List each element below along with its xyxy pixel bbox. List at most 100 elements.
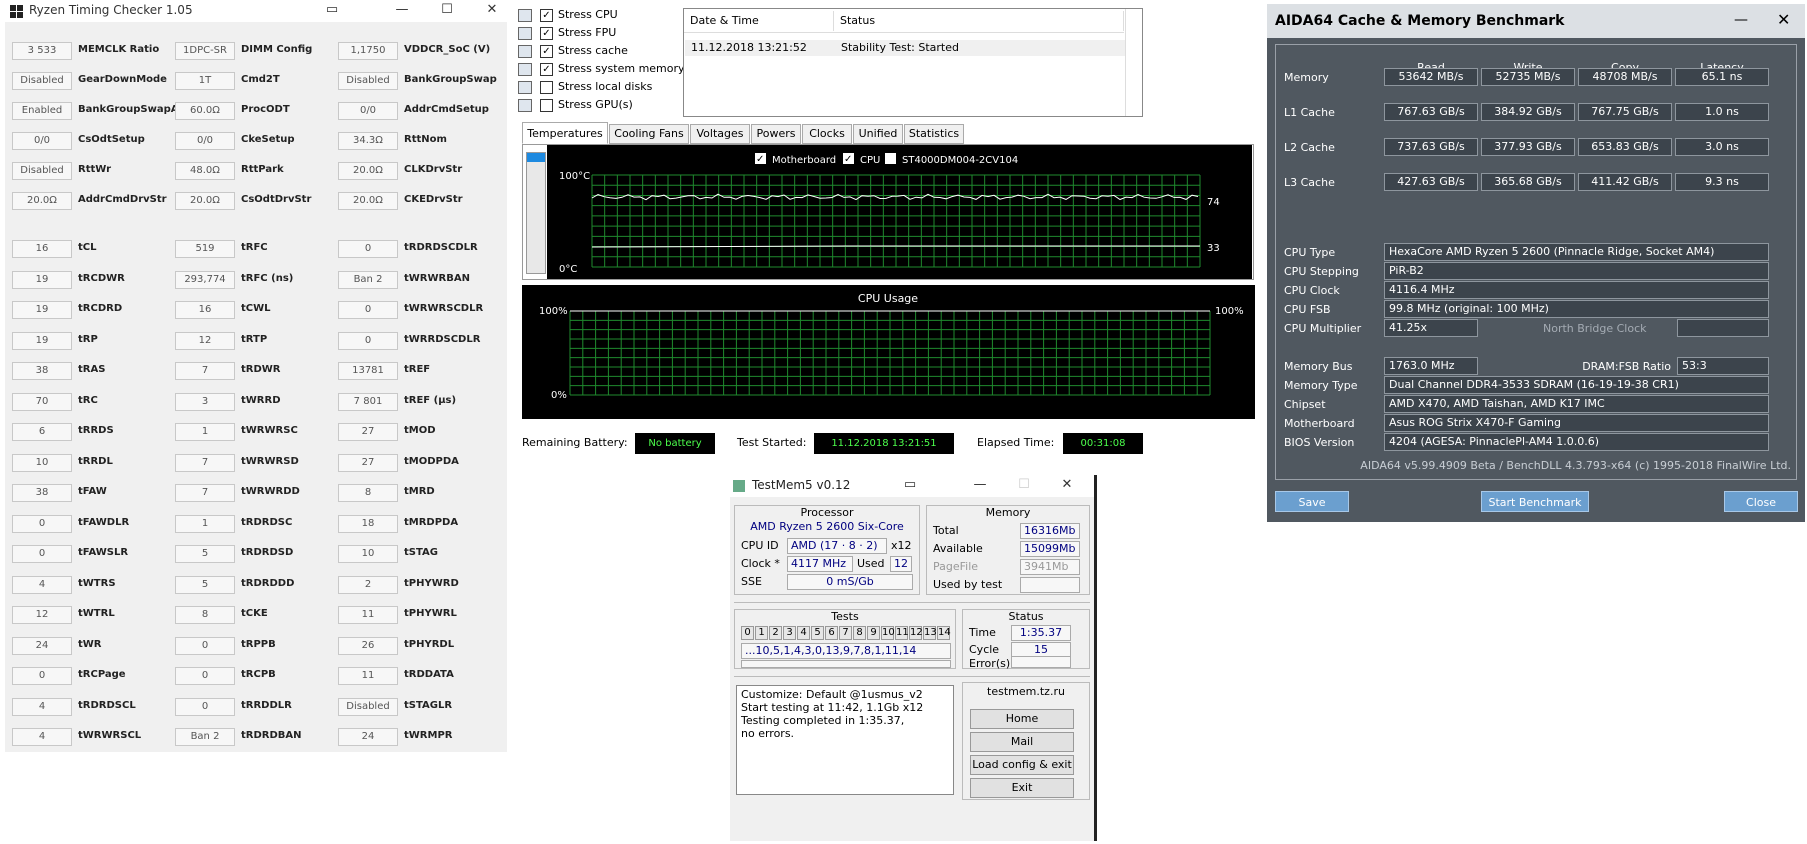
timing-label: tRRDS: [78, 425, 114, 436]
test-number: 1: [755, 626, 768, 640]
minimize-button[interactable]: —: [1734, 12, 1748, 28]
test-number: 9: [867, 626, 880, 640]
memory-icon: [518, 63, 532, 76]
cpu-axis-top-right: 100%: [1215, 306, 1244, 317]
timing-label: tRP: [78, 334, 98, 345]
stress-checkbox[interactable]: [540, 81, 553, 94]
timing-value: Ban 2: [175, 728, 235, 746]
timing-value: 7: [175, 484, 235, 502]
test-log[interactable]: Customize: Default @1usmus_v2 Start testi…: [736, 685, 954, 795]
timing-label: tWR: [78, 639, 102, 650]
screenshot-icon[interactable]: ▭: [898, 476, 922, 494]
status-title: Status: [1008, 610, 1044, 623]
timing-value: 10: [338, 545, 398, 563]
timing-label: tRCDRD: [78, 303, 123, 314]
close-button[interactable]: ✕: [1055, 476, 1079, 494]
timing-label: DIMM Config: [241, 44, 313, 55]
cpu-fsb-label: CPU FSB: [1284, 303, 1331, 316]
timing-label: ProcODT: [241, 104, 290, 115]
site-label[interactable]: testmem.tz.ru: [963, 685, 1089, 698]
timing-label: tREF: [404, 364, 431, 375]
errors-label: Error(s): [969, 657, 1011, 670]
stress-checkbox[interactable]: ✓: [540, 9, 553, 22]
temperature-scrollbar[interactable]: [526, 152, 546, 274]
maximize-button[interactable]: ☐: [435, 1, 459, 19]
tab-unified[interactable]: Unified: [853, 124, 903, 144]
timing-value: 1,1750: [338, 42, 398, 60]
bench-value: 411.42 GB/s: [1578, 173, 1672, 191]
col-datetime[interactable]: Date & Time: [684, 11, 834, 31]
legend-checkbox-disk[interactable]: [885, 153, 896, 164]
chipset-value: AMD X470, AMD Taishan, AMD K17 IMC: [1384, 395, 1769, 413]
stress-checkbox[interactable]: ✓: [540, 63, 553, 76]
tab-powers[interactable]: Powers: [751, 124, 801, 144]
timing-label: tWRWRDD: [241, 486, 300, 497]
tab-statistics[interactable]: Statistics: [904, 124, 964, 144]
temperature-graph: ✓ Motherboard ✓ CPU ST4000DM004-2CV104 1…: [547, 145, 1252, 279]
errors-value: [1011, 656, 1071, 668]
timing-label: tREF (µs): [404, 395, 457, 406]
timing-value: 20.0Ω: [338, 192, 398, 210]
nb-clock-label: North Bridge Clock: [1543, 322, 1647, 335]
exit-button[interactable]: Exit: [970, 778, 1074, 798]
timing-label: CsOdtSetup: [78, 134, 145, 145]
timing-label: tRC: [78, 395, 98, 406]
timing-value: 10: [12, 454, 72, 472]
stress-checkbox[interactable]: ✓: [540, 27, 553, 40]
timing-value: 12: [12, 606, 72, 624]
table-row[interactable]: 11.12.2018 13:21:52 Stability Test: Star…: [685, 40, 1125, 56]
tab-temperatures[interactable]: Temperatures: [522, 122, 608, 144]
timing-label: tRFC: [241, 242, 268, 253]
bench-value: 384.92 GB/s: [1481, 103, 1575, 121]
tests-group: Tests 0 1 2 3 4 5 6 7 8 9 10 11 12 13 14 ...10,5,1,4,3…: [734, 609, 956, 669]
timing-label: tRCPage: [78, 669, 126, 680]
tab-voltages[interactable]: Voltages: [690, 124, 750, 144]
cpuid-count: x12: [891, 539, 912, 552]
timing-label: CsOdtDrvStr: [241, 194, 312, 205]
timing-value: 20.0Ω: [338, 162, 398, 180]
col-status[interactable]: Status: [834, 11, 1124, 31]
timing-label: tWRRD: [241, 395, 281, 406]
close-button[interactable]: ✕: [1777, 10, 1790, 29]
cpu-usage-graph: CPU Usage 100% 100% 0%: [522, 285, 1255, 419]
tab-cooling-fans[interactable]: Cooling Fans: [609, 124, 689, 144]
tab-clocks[interactable]: Clocks: [802, 124, 852, 144]
stress-checkbox[interactable]: ✓: [540, 45, 553, 58]
minimize-button[interactable]: —: [968, 476, 992, 494]
mail-button[interactable]: Mail: [970, 732, 1074, 752]
motherboard-value: Asus ROG Strix X470-F Gaming: [1384, 414, 1769, 432]
stress-option-label: Stress GPU(s): [558, 98, 633, 111]
aida-footer: AIDA64 v5.99.4909 Beta / BenchDLL 4.3.79…: [1360, 459, 1791, 472]
battery-label: Remaining Battery:: [522, 436, 628, 449]
timing-value: 34.3Ω: [338, 132, 398, 150]
stress-option-label: Stress system memory: [558, 62, 685, 75]
processor-group: Processor AMD Ryzen 5 2600 Six-Core CPU …: [734, 505, 920, 595]
scroll-thumb[interactable]: [527, 153, 545, 162]
timing-value: 0: [175, 667, 235, 685]
temperature-grid: [591, 174, 1201, 268]
stress-checkbox[interactable]: [540, 99, 553, 112]
memory-group: Memory Total 16316Mb Available 15099Mb P…: [926, 505, 1090, 595]
minimize-button[interactable]: —: [390, 1, 414, 19]
close-button[interactable]: ✕: [480, 1, 504, 19]
timing-value: 1: [175, 423, 235, 441]
timing-label: tPHYRDL: [404, 639, 455, 650]
timing-label: tPHYWRD: [404, 578, 459, 589]
timing-label: tRRDDLR: [241, 700, 292, 711]
start-benchmark-button[interactable]: Start Benchmark: [1481, 491, 1589, 512]
timing-label: tPHYWRL: [404, 608, 457, 619]
timing-label: tRCDWR: [78, 273, 125, 284]
cpu-axis-bottom: 0%: [551, 390, 567, 401]
timing-value: Enabled: [12, 102, 72, 120]
home-button[interactable]: Home: [970, 709, 1074, 729]
clock-value: 4117 MHz: [787, 556, 853, 572]
timing-value: 7: [175, 362, 235, 380]
load-config-exit-button[interactable]: Load config & exit: [970, 755, 1074, 775]
close-dialog-button[interactable]: Close: [1724, 491, 1798, 512]
cpuid-label: CPU ID: [741, 539, 779, 552]
timing-value: 24: [12, 637, 72, 655]
save-button[interactable]: Save: [1275, 491, 1349, 512]
screenshot-icon[interactable]: ▭: [320, 1, 344, 19]
legend-cpu: CPU: [860, 155, 880, 166]
timing-value: 48.0Ω: [175, 162, 235, 180]
